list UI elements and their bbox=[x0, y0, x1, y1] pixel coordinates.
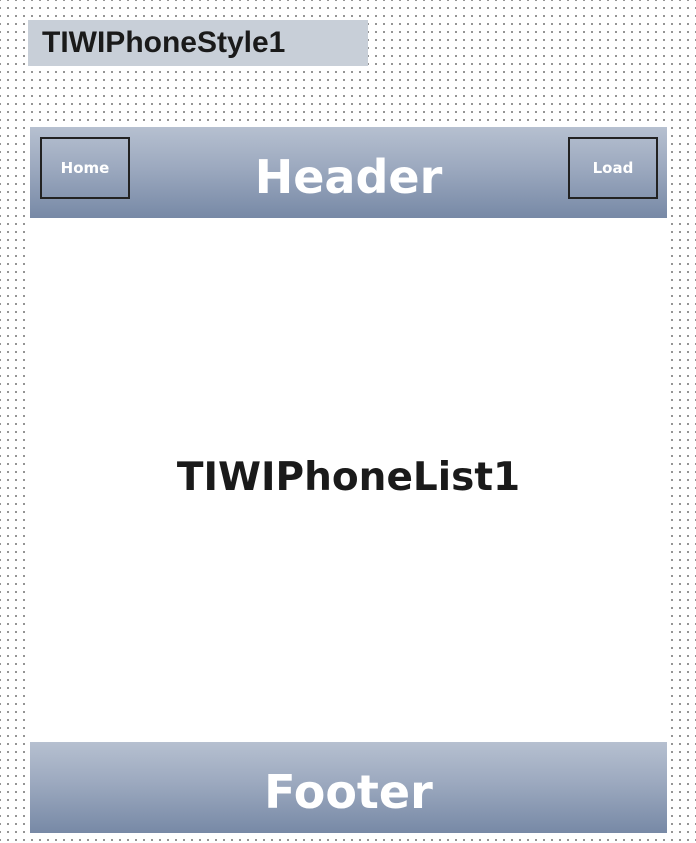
footer-title: Footer bbox=[264, 765, 433, 819]
header-bar[interactable]: Header Home Load bbox=[30, 127, 667, 218]
list-caption: TIWIPhoneList1 bbox=[176, 455, 521, 500]
home-button[interactable]: Home bbox=[40, 137, 130, 199]
iphone-region[interactable]: Header Home Load TIWIPhoneList1 Footer bbox=[30, 127, 667, 833]
iphone-list[interactable]: TIWIPhoneList1 bbox=[30, 218, 667, 742]
form-design-surface[interactable]: TIWIPhoneStyle1 Header Home Load TIWIPho… bbox=[0, 0, 696, 843]
footer-bar[interactable]: Footer bbox=[30, 742, 667, 833]
load-button[interactable]: Load bbox=[568, 137, 658, 199]
style-component-label[interactable]: TIWIPhoneStyle1 bbox=[28, 20, 368, 66]
